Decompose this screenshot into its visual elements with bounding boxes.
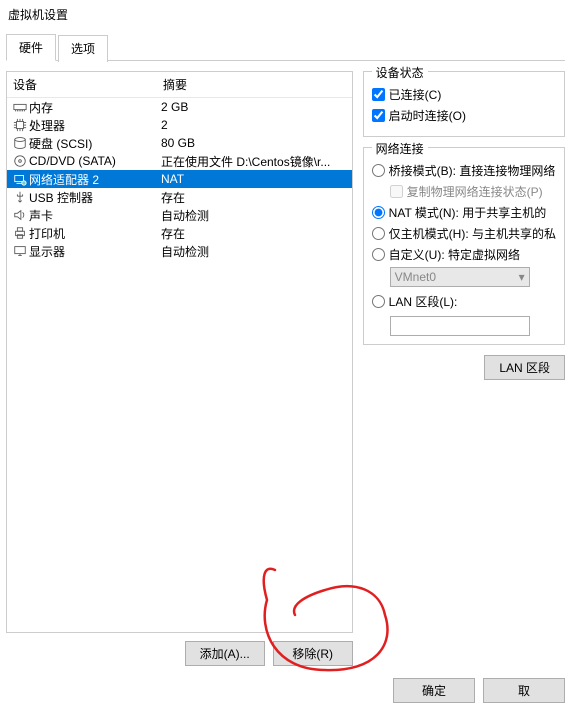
tab-hardware[interactable]: 硬件 [6, 34, 56, 61]
device-summary: 存在 [161, 189, 348, 206]
cancel-button[interactable]: 取 [483, 678, 565, 703]
connect-poweron-checkbox[interactable] [372, 109, 385, 122]
lan-segment-input [390, 316, 530, 336]
device-row-cddvd[interactable]: CD/DVD (SATA) 正在使用文件 D:\Centos镜像\r... [7, 152, 352, 170]
device-summary: NAT [161, 172, 348, 186]
lan-radio-row[interactable]: LAN 区段(L): [372, 293, 556, 310]
usb-icon [11, 190, 29, 204]
add-button[interactable]: 添加(A)... [185, 641, 265, 666]
connect-poweron-label: 启动时连接(O) [389, 107, 466, 124]
hostonly-label: 仅主机模式(H): 与主机共享的私 [389, 225, 556, 242]
printer-icon [11, 226, 29, 240]
window-title: 虚拟机设置 [0, 0, 571, 29]
device-status-title: 设备状态 [372, 64, 428, 81]
nat-radio-row[interactable]: NAT 模式(N): 用于共享主机的 [372, 204, 556, 221]
replicate-label: 复制物理网络连接状态(P) [407, 183, 543, 200]
device-label: 内存 [29, 99, 161, 116]
connected-label: 已连接(C) [389, 86, 442, 103]
device-row-processor[interactable]: 处理器 2 [7, 116, 352, 134]
device-label: 网络适配器 2 [29, 171, 161, 188]
device-row-disk[interactable]: 硬盘 (SCSI) 80 GB [7, 134, 352, 152]
device-summary: 80 GB [161, 136, 348, 150]
ok-button[interactable]: 确定 [393, 678, 475, 703]
replicate-checkbox [390, 185, 403, 198]
device-row-sound[interactable]: 声卡 自动检测 [7, 206, 352, 224]
device-row-network2[interactable]: 网络适配器 2 NAT [7, 170, 352, 188]
nat-label: NAT 模式(N): 用于共享主机的 [389, 204, 547, 221]
custom-label: 自定义(U): 特定虚拟网络 [389, 246, 520, 263]
nat-radio[interactable] [372, 206, 385, 219]
device-summary: 自动检测 [161, 243, 348, 260]
device-row-printer[interactable]: 打印机 存在 [7, 224, 352, 242]
custom-network-value: VMnet0 [395, 270, 436, 284]
hostonly-radio-row[interactable]: 仅主机模式(H): 与主机共享的私 [372, 225, 556, 242]
device-label: 硬盘 (SCSI) [29, 135, 161, 152]
device-label: 处理器 [29, 117, 161, 134]
custom-network-combo: VMnet0 ▾ [390, 267, 530, 287]
device-status-group: 设备状态 已连接(C) 启动时连接(O) [363, 71, 565, 137]
lan-segments-button[interactable]: LAN 区段 [484, 355, 565, 380]
bridged-radio[interactable] [372, 164, 385, 177]
device-row-memory[interactable]: 内存 2 GB [7, 98, 352, 116]
header-summary: 摘要 [163, 76, 346, 93]
lan-radio[interactable] [372, 295, 385, 308]
memory-icon [11, 100, 29, 114]
disk-icon [11, 136, 29, 150]
device-summary: 正在使用文件 D:\Centos镜像\r... [161, 153, 348, 170]
device-label: USB 控制器 [29, 189, 161, 206]
network-connection-title: 网络连接 [372, 140, 428, 157]
connect-poweron-checkbox-row[interactable]: 启动时连接(O) [372, 107, 556, 124]
device-summary: 自动检测 [161, 207, 348, 224]
tab-options[interactable]: 选项 [58, 35, 108, 62]
device-row-display[interactable]: 显示器 自动检测 [7, 242, 352, 260]
custom-radio-row[interactable]: 自定义(U): 特定虚拟网络 [372, 246, 556, 263]
remove-button[interactable]: 移除(R) [273, 641, 353, 666]
custom-radio[interactable] [372, 248, 385, 261]
bridged-label: 桥接模式(B): 直接连接物理网络 [389, 162, 556, 179]
device-label: CD/DVD (SATA) [29, 154, 161, 168]
device-list: 内存 2 GB 处理器 2 硬盘 (SCSI) 80 GB [7, 98, 352, 632]
device-label: 声卡 [29, 207, 161, 224]
device-row-usb[interactable]: USB 控制器 存在 [7, 188, 352, 206]
bridged-radio-row[interactable]: 桥接模式(B): 直接连接物理网络 [372, 162, 556, 179]
hostonly-radio[interactable] [372, 227, 385, 240]
connected-checkbox[interactable] [372, 88, 385, 101]
device-summary: 2 [161, 118, 348, 132]
device-list-header: 设备 摘要 [7, 72, 352, 98]
device-list-box: 设备 摘要 内存 2 GB 处理器 2 [6, 71, 353, 633]
replicate-checkbox-row: 复制物理网络连接状态(P) [390, 183, 556, 200]
device-summary: 存在 [161, 225, 348, 242]
network-icon [11, 172, 29, 186]
tab-bar: 硬件 选项 [6, 33, 565, 61]
device-label: 显示器 [29, 243, 161, 260]
network-connection-group: 网络连接 桥接模式(B): 直接连接物理网络 复制物理网络连接状态(P) NAT… [363, 147, 565, 345]
device-label: 打印机 [29, 225, 161, 242]
display-icon [11, 244, 29, 258]
connected-checkbox-row[interactable]: 已连接(C) [372, 86, 556, 103]
device-summary: 2 GB [161, 100, 348, 114]
chevron-down-icon: ▾ [519, 270, 525, 284]
cpu-icon [11, 118, 29, 132]
header-device: 设备 [13, 76, 163, 93]
lan-label: LAN 区段(L): [389, 293, 458, 310]
sound-icon [11, 208, 29, 222]
disc-icon [11, 154, 29, 168]
